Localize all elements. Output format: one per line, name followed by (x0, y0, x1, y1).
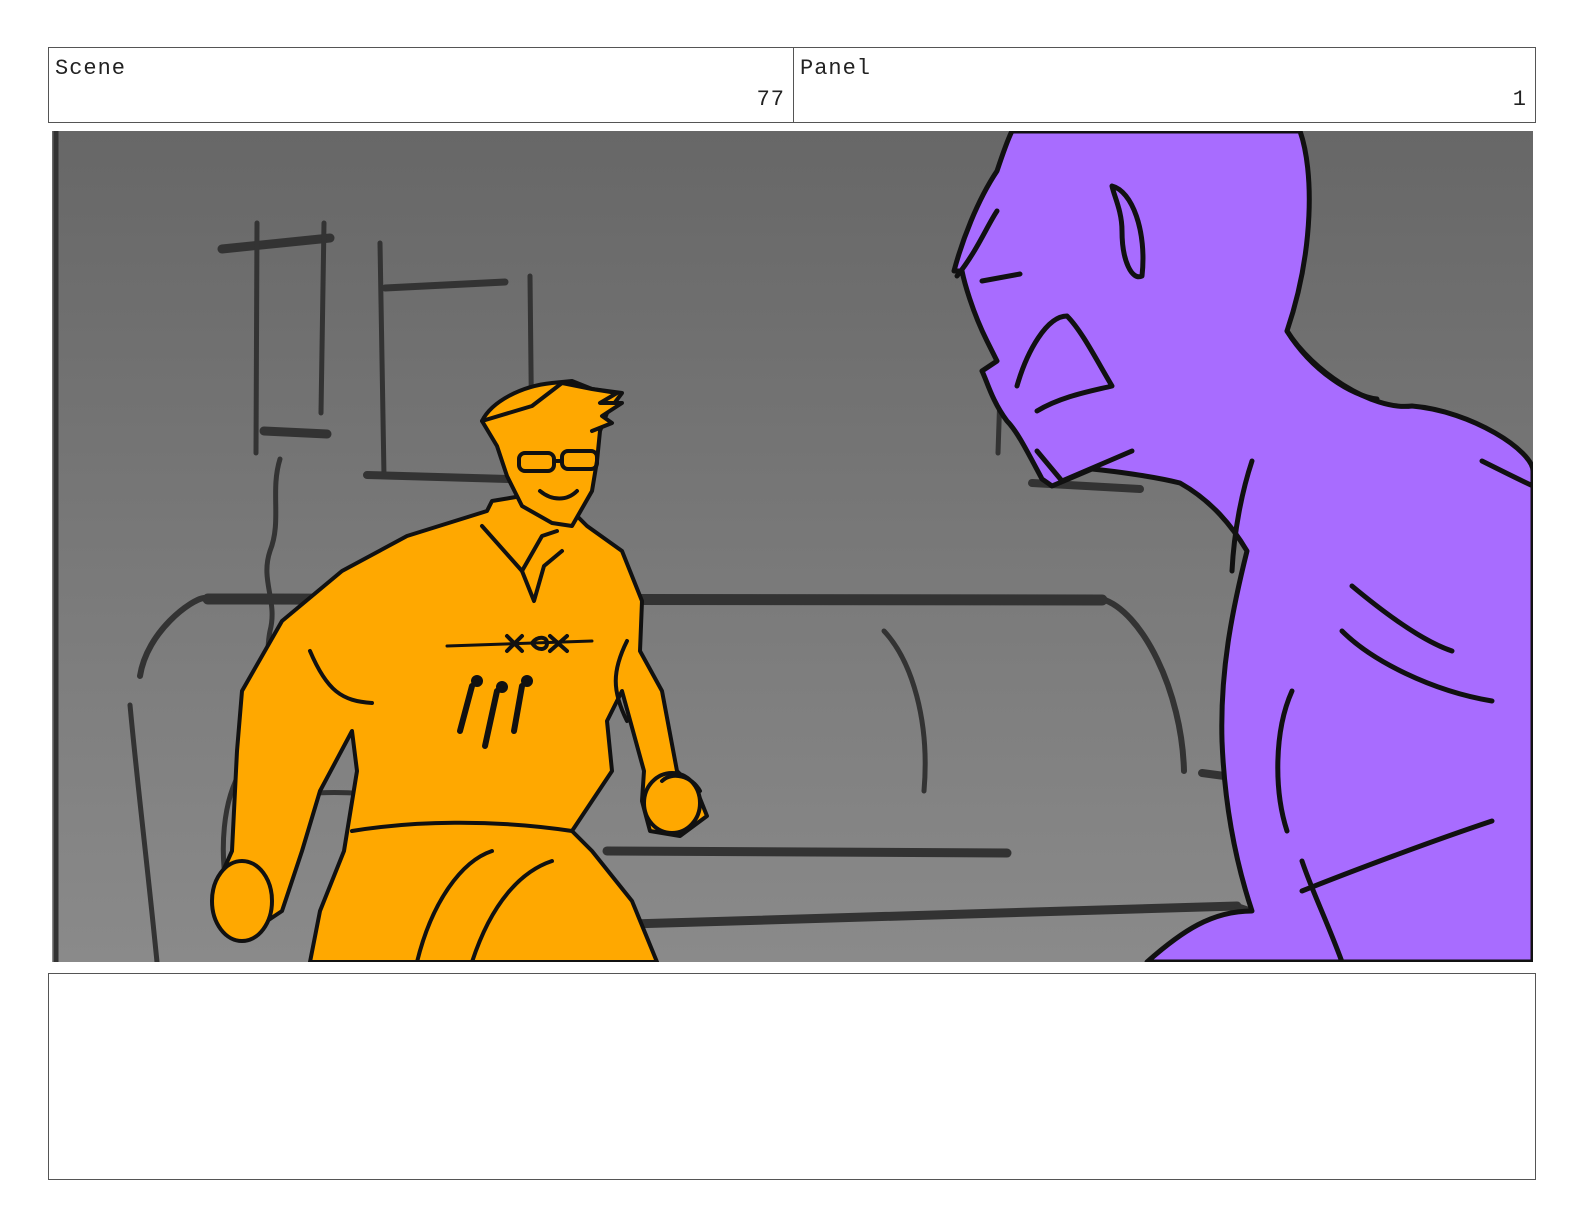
scene-label: Scene (55, 56, 127, 81)
scene-cell: Scene 77 (49, 48, 794, 122)
storyboard-frame (52, 131, 1533, 962)
panel-label: Panel (800, 56, 872, 81)
panel-number: 1 (1512, 87, 1527, 112)
panel-cell: Panel 1 (794, 48, 1535, 122)
scene-number: 77 (756, 87, 785, 112)
notes-box (48, 973, 1536, 1180)
panel-header: Scene 77 Panel 1 (48, 47, 1536, 123)
storyboard-drawing (52, 131, 1533, 962)
